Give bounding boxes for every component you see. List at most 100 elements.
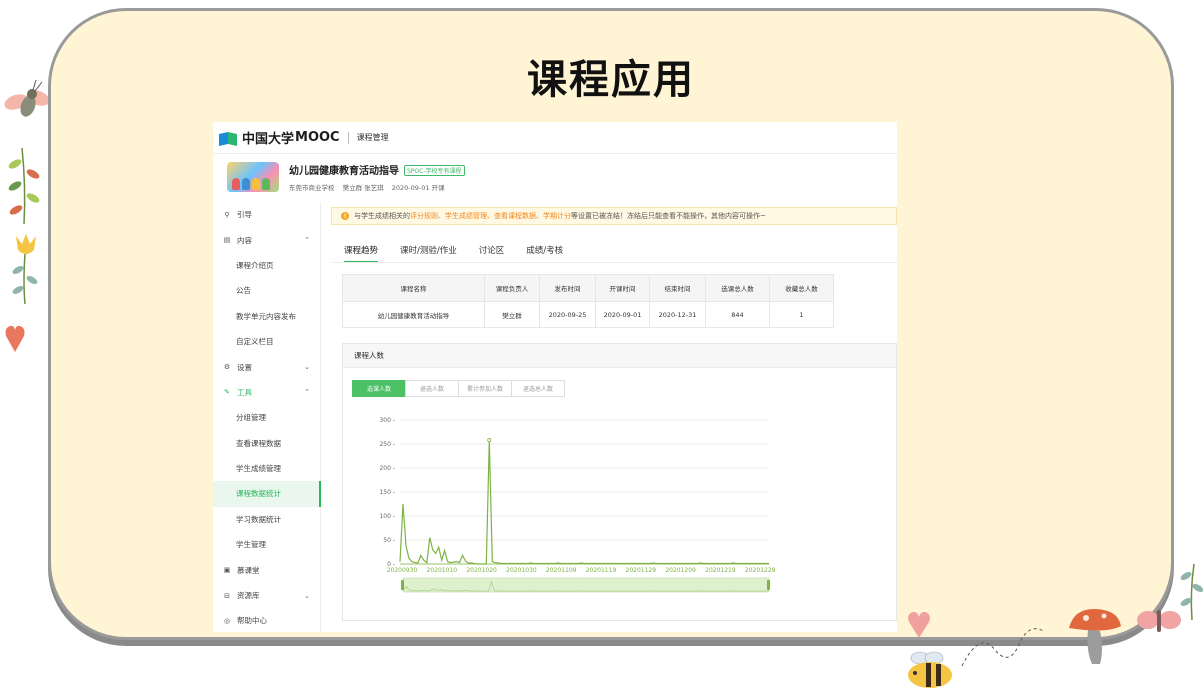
mooc-screenshot: 中国大学 MOOC 课程管理 幼儿园健康教育活动指导 SPOC-学校专有课程 东莞…: [213, 122, 897, 632]
y-tick-label: 250 -: [379, 441, 395, 448]
sidebar-item-label: 课程数据统计: [236, 489, 281, 499]
table-header: 结束时间: [649, 274, 706, 302]
course-thumbnail[interactable]: [227, 162, 279, 192]
tab-bar: 课程趋势 课时/测验/作业 讨论区 成绩/考核: [344, 244, 585, 263]
sidebar-item[interactable]: 分组管理: [213, 405, 320, 430]
sidebar-item-label: 工具: [237, 387, 252, 397]
flower-icon: [12, 234, 38, 305]
sidebar-item[interactable]: ✎ 工具 ⌃: [213, 380, 320, 405]
guide-icon: ⚲: [224, 210, 230, 219]
stats-panel: 课程趋势 课时/测验/作业 讨论区 成绩/考核 课程名称 课程负责人 发布时间 …: [331, 234, 897, 632]
enroll-count-button[interactable]: 选课人数: [352, 380, 406, 397]
sidebar-item[interactable]: ⚙ 设置 ⌄: [213, 354, 320, 379]
sidebar-item-label: 引导: [237, 210, 252, 220]
sidebar-item-label: 学生成绩管理: [236, 464, 281, 474]
y-tick-label: 50 -: [383, 537, 395, 544]
sidebar-item[interactable]: 课程数据统计: [213, 481, 321, 508]
course-meta: 东莞市商业学校 樊立群 张艺琪 2020-09-01 开课: [289, 182, 465, 192]
chart-title: 课程人数: [343, 344, 896, 368]
sidebar-item[interactable]: ▤ 内容 ⌃: [213, 227, 320, 252]
x-tick-label: 20201010: [427, 567, 458, 574]
sidebar-item[interactable]: 课程介绍页: [213, 253, 320, 278]
cumulative-count-button[interactable]: 累计参加人数: [458, 380, 512, 397]
y-tick-label: 200 -: [379, 465, 395, 472]
table-header: 开课时间: [595, 274, 650, 302]
zoom-handle-left: [401, 580, 404, 590]
tab-lessons[interactable]: 课时/测验/作业: [400, 244, 457, 263]
sidebar-item-label: 资源库: [237, 591, 260, 601]
table-header: 课程名称: [342, 274, 485, 302]
x-tick-label: 20201119: [586, 567, 617, 574]
table-header-row: 课程名称 课程负责人 发布时间 开课时间 结束时间 选课总人数 收藏总人数: [342, 274, 834, 302]
heart-bottom-icon: [908, 611, 930, 638]
table-cell: 2020-12-31: [649, 301, 706, 328]
sidebar-item[interactable]: 教学单元内容发布: [213, 304, 320, 329]
chevron-down-icon[interactable]: ⌄: [304, 592, 310, 600]
y-tick-label: 150 -: [379, 489, 395, 496]
sidebar-item-label: 学习数据统计: [236, 514, 281, 524]
table-header: 收藏总人数: [769, 274, 834, 302]
sidebar-item[interactable]: 公告: [213, 278, 320, 303]
x-tick-label: 20201129: [626, 567, 657, 574]
sidebar-item[interactable]: 自定义栏目: [213, 329, 320, 354]
x-tick-label: 20201030: [506, 567, 537, 574]
x-tick-label: 20201020: [466, 567, 497, 574]
help-icon: ◎: [223, 616, 231, 625]
table-row: 幼儿园健康教育活动指导 樊立群 2020-09-25 2020-09-01 20…: [342, 301, 834, 328]
database-icon: ⊟: [224, 591, 230, 600]
sidebar-item-label: 教学单元内容发布: [236, 311, 296, 321]
course-info: 幼儿园健康教育活动指导 SPOC-学校专有课程 东莞市商业学校 樊立群 张艺琪 2…: [289, 162, 465, 192]
logo-en[interactable]: MOOC: [295, 130, 340, 145]
tab-forum[interactable]: 讨论区: [479, 244, 505, 263]
sidebar-item-label: 自定义栏目: [236, 337, 274, 347]
sidebar-item[interactable]: ▣ 慕课堂: [213, 557, 320, 582]
table-cell: 幼儿园健康教育活动指导: [342, 301, 485, 328]
chevron-up-icon[interactable]: ⌃: [304, 388, 310, 396]
tab-grades[interactable]: 成绩/考核: [526, 244, 563, 263]
y-tick-label: 100 -: [379, 513, 395, 520]
gear-icon: ⚙: [223, 363, 231, 372]
series-line-enrollments: [399, 440, 769, 565]
tab-course-trend[interactable]: 课程趋势: [344, 244, 379, 263]
course-header: 幼儿园健康教育活动指导 SPOC-学校专有课程 东莞市商业学校 樊立群 张艺琪 2…: [213, 155, 897, 199]
table-cell: 樊立群: [484, 301, 540, 328]
chart-metric-toggle: 选课人数 退选人数 累计参加人数 退选总人数: [352, 380, 565, 397]
sidebar-item[interactable]: 学生管理: [213, 532, 320, 557]
sidebar-item-label: 课程介绍页: [236, 260, 274, 270]
sidebar-item-label: 内容: [237, 235, 252, 245]
table-cell: 2020-09-25: [539, 301, 596, 328]
data-point-peak: [487, 438, 492, 443]
notice-suffix: 等设置已被冻结！冻结后只能查看不能操作，其他内容可操作~: [571, 212, 766, 220]
x-tick-label: 20201219: [705, 567, 736, 574]
drop-total-button[interactable]: 退选总人数: [511, 380, 565, 397]
x-tick-label: 20200930: [387, 567, 418, 574]
sidebar-item[interactable]: 学习数据统计: [213, 507, 320, 532]
table-header: 课程负责人: [484, 274, 540, 302]
spoc-badge: SPOC-学校专有课程: [404, 165, 465, 176]
chevron-down-icon[interactable]: ⌄: [304, 363, 310, 371]
sidebar-item[interactable]: ◎ 帮助中心: [213, 608, 320, 632]
course-title: 幼儿园健康教育活动指导 SPOC-学校专有课程: [289, 162, 465, 177]
x-tick-label: 20201209: [665, 567, 696, 574]
breadcrumb[interactable]: 课程管理: [357, 132, 389, 143]
x-tick-label: 20201109: [546, 567, 577, 574]
main-content: ! 与学生成绩相关的 评分规则、学生成绩管理、查看课程数据、学期计分 等设置已被冻结…: [331, 202, 897, 632]
table-cell: 844: [705, 301, 770, 328]
freeze-notice: ! 与学生成绩相关的 评分规则、学生成绩管理、查看课程数据、学期计分 等设置已被冻结…: [331, 207, 897, 225]
logo-cn[interactable]: 中国大学: [242, 128, 294, 147]
tab-divider: [331, 262, 897, 263]
sidebar-item[interactable]: ⚲ 引导: [213, 202, 320, 227]
slide-title: 课程应用: [527, 57, 695, 103]
sidebar-item[interactable]: 学生成绩管理: [213, 456, 320, 481]
x-tick-label: 20201229: [745, 567, 776, 574]
slide: 课程应用 中国大学 MOOC 课程管理 幼儿园健康教育活动指导 SPOC-学校专有…: [0, 0, 1203, 692]
sidebar-item[interactable]: ⊟ 资源库 ⌄: [213, 583, 320, 608]
chevron-up-icon[interactable]: ⌃: [304, 236, 310, 244]
sidebar-item-label: 查看课程数据: [236, 438, 281, 448]
enrollment-chart-box: 课程人数 选课人数 退选人数 累计参加人数 退选总人数 300 - 250 - 20…: [342, 343, 897, 621]
drop-count-button[interactable]: 退选人数: [405, 380, 459, 397]
butterfly-icon: [1137, 610, 1181, 632]
classroom-icon: ▣: [223, 566, 231, 575]
table-cell: 1: [769, 301, 834, 328]
sidebar-item[interactable]: 查看课程数据: [213, 431, 320, 456]
